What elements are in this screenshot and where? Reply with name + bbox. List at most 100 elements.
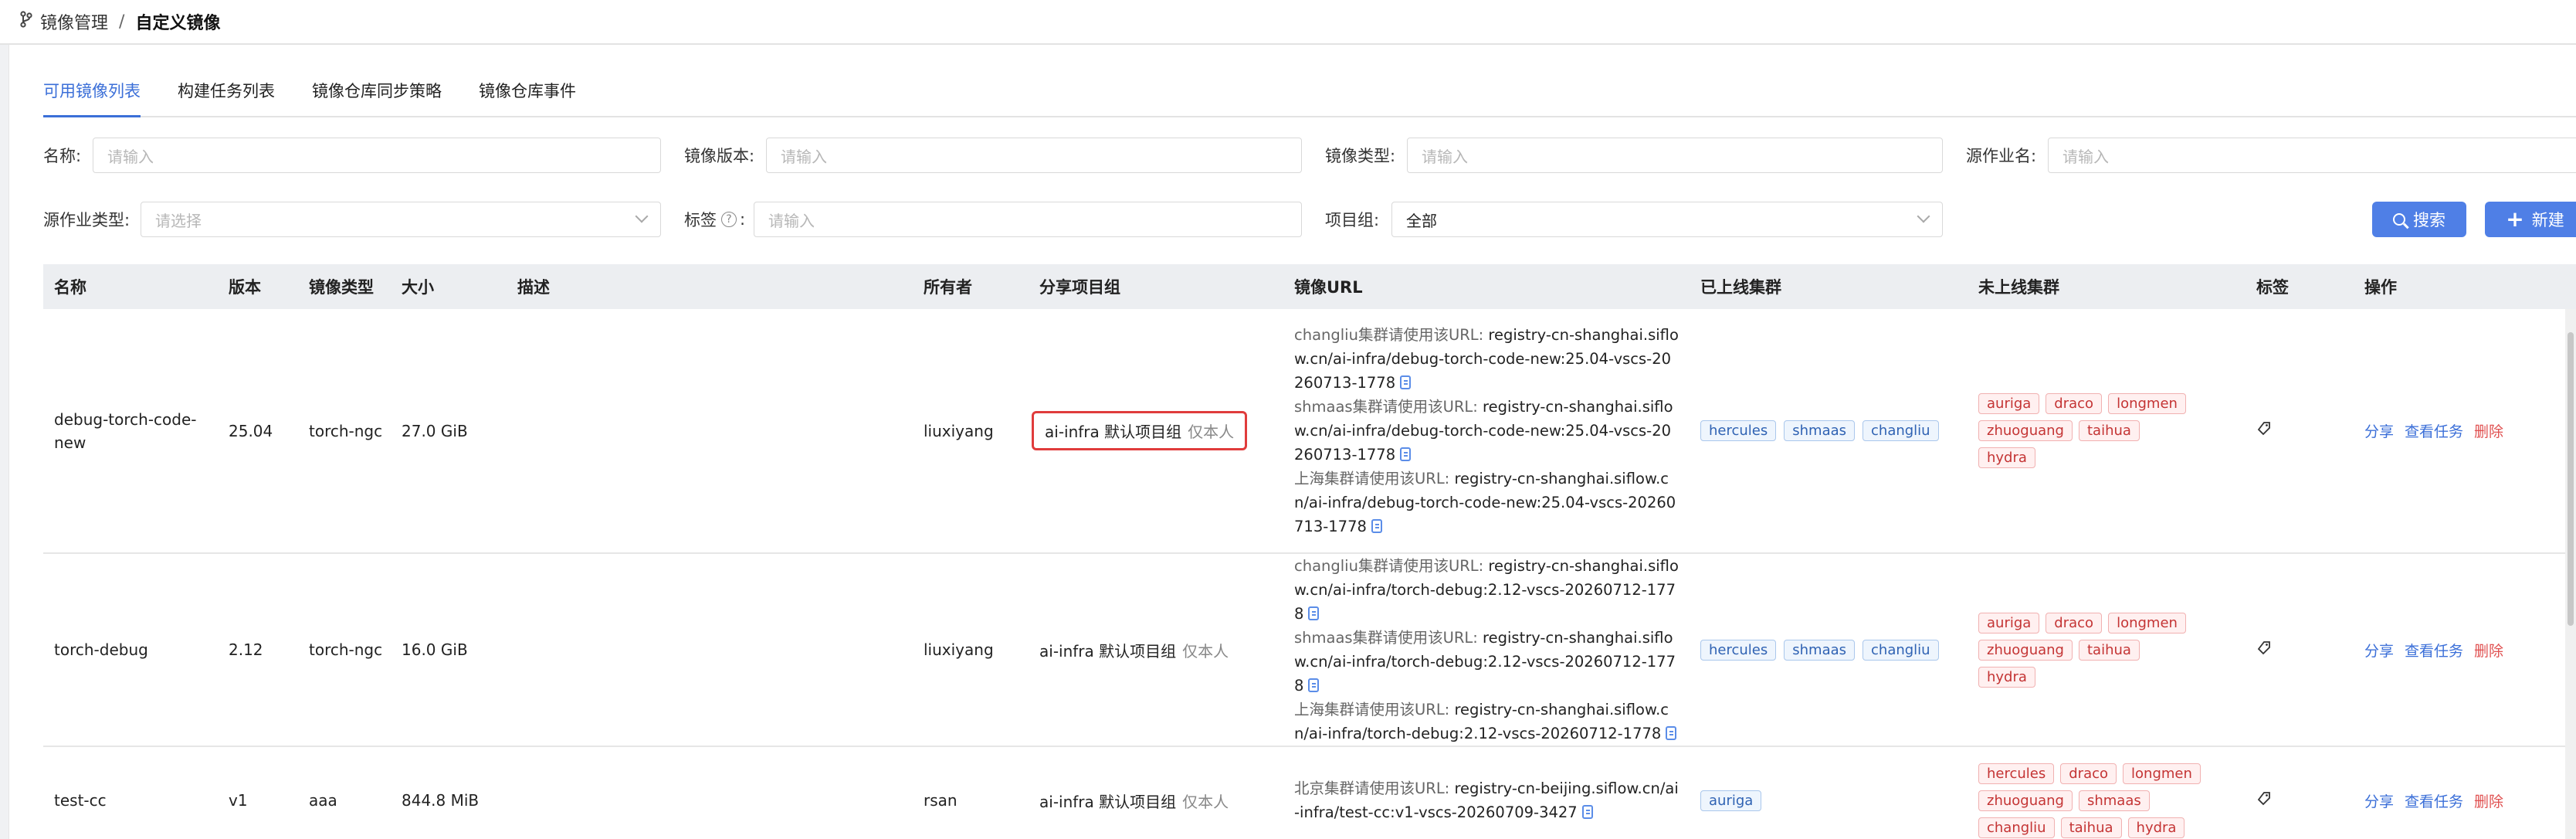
delete-link[interactable]: 删除 <box>2474 793 2503 810</box>
offline-cluster-tag: hydra <box>1978 666 2035 688</box>
version-filter-input[interactable]: 请输入 <box>766 138 1302 173</box>
source-job-type-label: 源作业类型: <box>43 211 130 229</box>
cell-ops: 分享 查看任务 删除 <box>2354 553 2576 747</box>
copy-icon[interactable] <box>1581 804 1593 819</box>
delete-link[interactable]: 删除 <box>2474 423 2503 440</box>
col-header-size: 大小 <box>402 278 434 297</box>
tab-build-tasks[interactable]: 构建任务列表 <box>178 73 275 117</box>
help-icon[interactable]: ? <box>721 212 737 227</box>
table-row: debug-torch-code-new 25.04 torch-ngc 27.… <box>43 309 2576 554</box>
view-tasks-link[interactable]: 查看任务 <box>2405 793 2463 810</box>
chevron-down-icon <box>635 209 649 223</box>
online-cluster-tag: shmaas <box>1784 639 1856 661</box>
breadcrumb-parent[interactable]: 镜像管理 <box>40 9 108 34</box>
table-row: torch-debug 2.12 torch-ngc 16.0 GiB liux… <box>43 553 2576 747</box>
offline-cluster-tag: draco <box>2060 763 2117 784</box>
project-filter-select[interactable]: 全部 <box>1391 202 1943 237</box>
tab-bar: 可用镜像列表 构建任务列表 镜像仓库同步策略 镜像仓库事件 <box>43 73 2576 117</box>
url-prefix: changliu集群请使用该URL: <box>1294 557 1484 575</box>
search-button[interactable]: 搜索 <box>2372 202 2466 237</box>
filter-row-1: 名称: 请输入 镜像版本: 请输入 镜像类型: 请输入 源作业名: 请输入 <box>43 138 2576 173</box>
col-header-online-clusters: 已上线集群 <box>1700 278 1781 297</box>
share-group-badge: ai-infra 默认项目组 仅本人 <box>1039 633 1239 667</box>
col-header-desc: 描述 <box>517 278 550 297</box>
view-tasks-link[interactable]: 查看任务 <box>2405 423 2463 440</box>
online-cluster-tag: changliu <box>1863 420 1939 441</box>
offline-cluster-tag: hydra <box>1978 447 2035 468</box>
cell-desc <box>507 746 913 839</box>
share-link[interactable]: 分享 <box>2364 423 2394 440</box>
side-nav-strip <box>0 45 9 839</box>
cell-tags <box>2246 746 2354 839</box>
name-filter-label: 名称: <box>43 147 82 165</box>
cell-offline-clusters: auriga draco longmen zhuoguang taihua hydra <box>1968 309 2246 554</box>
copy-icon[interactable] <box>1308 606 1320 620</box>
copy-icon[interactable] <box>1308 678 1320 692</box>
offline-cluster-tag: longmen <box>2108 393 2186 414</box>
cell-type: torch-ngc <box>298 309 391 554</box>
offline-cluster-tag: longmen <box>2123 763 2201 784</box>
col-header-owner: 所有者 <box>924 278 972 297</box>
offline-cluster-tag: hercules <box>1978 763 2055 784</box>
cell-size: 16.0 GiB <box>391 553 507 747</box>
top-bar: 镜像管理 / 自定义镜像 <box>0 0 2576 45</box>
share-note: 仅本人 <box>1182 641 1229 661</box>
copy-icon[interactable] <box>1666 725 1677 740</box>
offline-cluster-tag: hydra <box>2127 817 2185 838</box>
share-link[interactable]: 分享 <box>2364 643 2394 660</box>
cell-offline-clusters: auriga draco longmen zhuoguang taihua hydra <box>1968 553 2246 747</box>
cell-tags <box>2246 553 2354 747</box>
cell-image-url: changliu集群请使用该URL: registry-cn-shanghai.… <box>1283 309 1690 554</box>
tab-sync-policy[interactable]: 镜像仓库同步策略 <box>312 73 442 117</box>
cell-online-clusters: hercules shmaas changliu <box>1690 553 1968 747</box>
tag-filter-label-group: 标签 ? : <box>684 208 754 231</box>
url-prefix: shmaas集群请使用该URL: <box>1294 398 1478 416</box>
url-prefix: 北京集群请使用该URL: <box>1294 780 1450 797</box>
source-job-type-select[interactable]: 请选择 <box>141 202 661 237</box>
offline-cluster-tag: auriga <box>1978 393 2040 414</box>
chevron-down-icon <box>1917 209 1930 223</box>
breadcrumb-current: 自定义镜像 <box>135 14 221 33</box>
url-prefix: 上海集群请使用该URL: <box>1294 470 1450 487</box>
name-filter-input[interactable]: 请输入 <box>93 138 661 173</box>
cell-share-group: ai-infra 默认项目组 仅本人 <box>1029 309 1283 554</box>
type-filter-label: 镜像类型: <box>1325 147 1396 165</box>
offline-cluster-tag: zhuoguang <box>1978 639 2073 661</box>
cell-online-clusters: hercules shmaas changliu <box>1690 309 1968 554</box>
col-header-version: 版本 <box>229 278 261 297</box>
copy-icon[interactable] <box>1400 447 1412 461</box>
cell-share-group: ai-infra 默认项目组 仅本人 <box>1029 746 1283 839</box>
share-group-name: ai-infra 默认项目组 <box>1045 423 1182 441</box>
copy-icon[interactable] <box>1400 375 1412 389</box>
tab-available-images[interactable]: 可用镜像列表 <box>43 73 141 117</box>
tag-filter-input[interactable]: 请输入 <box>754 202 1302 237</box>
breadcrumb-separator: / <box>119 12 125 32</box>
tag-icon[interactable] <box>2256 791 2272 807</box>
scrollbar-thumb[interactable] <box>2568 332 2574 626</box>
table-header-row: 名称 版本 镜像类型 大小 描述 所有者 分享项目组 镜像URL 已上线集群 未… <box>43 264 2576 309</box>
delete-link[interactable]: 删除 <box>2474 643 2503 660</box>
type-filter-input[interactable]: 请输入 <box>1407 138 1943 173</box>
url-prefix: shmaas集群请使用该URL: <box>1294 629 1478 647</box>
create-button[interactable]: + 新建 <box>2485 202 2576 237</box>
offline-cluster-tag: zhuoguang <box>1978 790 2073 811</box>
tag-icon[interactable] <box>2256 640 2272 656</box>
source-job-filter-input[interactable]: 请输入 <box>2048 138 2576 173</box>
share-link[interactable]: 分享 <box>2364 793 2394 810</box>
plus-icon: + <box>2506 206 2524 232</box>
cell-share-group: ai-infra 默认项目组 仅本人 <box>1029 553 1283 747</box>
col-header-tags: 标签 <box>2256 278 2289 297</box>
source-job-filter-label: 源作业名: <box>1966 147 2037 165</box>
search-button-label: 搜索 <box>2413 211 2446 229</box>
tag-filter-colon: : <box>740 210 746 229</box>
create-button-label: 新建 <box>2531 211 2564 229</box>
view-tasks-link[interactable]: 查看任务 <box>2405 643 2463 660</box>
tab-registry-events[interactable]: 镜像仓库事件 <box>479 73 576 117</box>
branch-icon <box>20 11 32 32</box>
vertical-scrollbar[interactable] <box>2565 309 2576 839</box>
cell-desc <box>507 309 913 554</box>
copy-icon[interactable] <box>1371 518 1382 533</box>
tag-icon[interactable] <box>2256 421 2272 436</box>
cell-type: torch-ngc <box>298 553 391 747</box>
share-group-name: ai-infra 默认项目组 <box>1039 641 1177 661</box>
